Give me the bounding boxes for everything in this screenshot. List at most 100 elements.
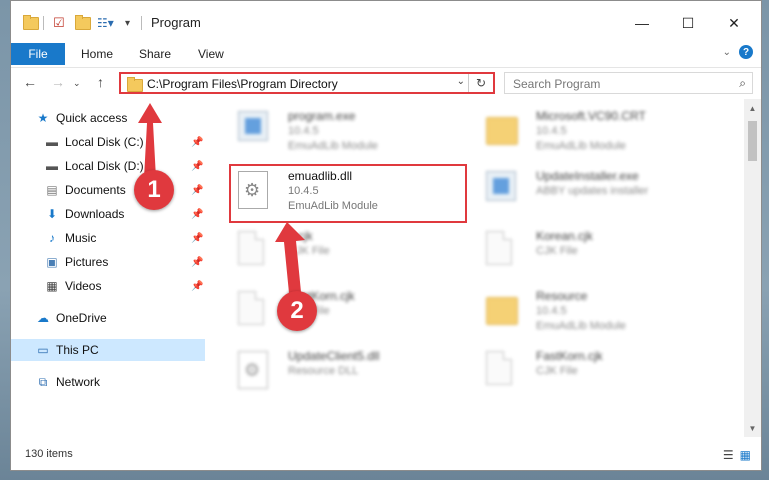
status-bar: 130 items ☰ ▦ (11, 444, 761, 468)
sidebar-item-label: Music (65, 231, 97, 245)
dll-file-icon: ⚙ (238, 351, 270, 389)
new-folder-icon[interactable] (75, 13, 91, 33)
sidebar-item-label: Quick access (56, 111, 128, 125)
folder-icon (23, 13, 39, 33)
tab-view[interactable]: View (198, 43, 224, 65)
file-name: ...cjk (288, 229, 313, 243)
search-input[interactable]: Search Program (513, 77, 600, 91)
file-item[interactable]: program.exe 10.4.5 EmuAdLib Module (230, 105, 460, 155)
tab-home[interactable]: Home (81, 43, 113, 65)
file-name: FastKorn.cjk (536, 349, 603, 363)
sidebar-item-documents[interactable]: ▤ Documents 📌 (11, 179, 205, 201)
file-type: CJK File (536, 245, 578, 257)
file-icon (486, 231, 518, 269)
maximize-button[interactable]: ☐ (673, 11, 703, 35)
sidebar-item-label: Videos (65, 279, 102, 293)
sidebar-item-onedrive[interactable]: ☁ OneDrive (11, 307, 205, 329)
sidebar-item-videos[interactable]: ▦ Videos 📌 (11, 275, 205, 297)
file-name: Resource (536, 289, 588, 303)
help-icon[interactable]: ? (739, 45, 753, 59)
exe-file-icon (238, 111, 270, 149)
network-icon: ⧉ (38, 374, 48, 389)
sidebar-item-label: Network (56, 375, 101, 389)
navigation-pane: ★ Quick access ▬ Local Disk (C:) 📌 ▬ Loc… (11, 99, 205, 437)
pin-icon[interactable]: 📌 (191, 161, 203, 172)
large-icons-view-icon[interactable]: ▦ (740, 448, 751, 462)
search-box[interactable]: Search Program ⌕ (504, 72, 753, 94)
step-1-badge: 1 (134, 170, 174, 210)
title-separator (141, 13, 142, 33)
address-dropdown-icon[interactable]: ⌄ (457, 76, 465, 87)
file-explorer-window: ☑ ☷▾ ▾ Program — ☐ ✕ File Home Share Vie… (10, 0, 762, 471)
sidebar-item-label: Pictures (65, 255, 109, 269)
videos-icon: ▦ (46, 279, 58, 293)
file-item[interactable]: Microsoft.VC90.CRT 10.4.5 EmuAdLib Modul… (478, 105, 708, 155)
sidebar-item-this-pc[interactable]: ▭ This PC (11, 339, 205, 361)
file-item[interactable]: ...cjk CJK File (230, 225, 460, 275)
sidebar-item-local-disk-c[interactable]: ▬ Local Disk (C:) 📌 (11, 131, 205, 153)
file-name: Korean.cjk (536, 229, 593, 243)
drive-icon: ▬ (46, 159, 58, 173)
pin-icon[interactable]: 📌 (191, 185, 203, 196)
pin-icon[interactable]: 📌 (191, 209, 203, 220)
drive-icon: ▬ (46, 135, 58, 149)
sidebar-item-music[interactable]: ♪ Music 📌 (11, 227, 205, 249)
sidebar-item-label: Local Disk (C:) (65, 135, 144, 149)
pin-icon[interactable]: 📌 (191, 137, 203, 148)
sidebar-item-quick-access[interactable]: ★ Quick access (11, 107, 205, 129)
tab-file[interactable]: File (11, 43, 65, 65)
qa-dropdown-icon[interactable]: ▾ (125, 13, 130, 33)
step-2-badge: 2 (277, 291, 317, 331)
file-description: EmuAdLib Module (536, 320, 626, 332)
pin-icon[interactable]: 📌 (191, 233, 203, 244)
star-icon: ★ (37, 111, 49, 125)
file-type: Resource DLL (288, 365, 359, 377)
customize-toolbar-icon[interactable]: ☷▾ (97, 13, 114, 33)
details-view-icon[interactable]: ☰ (723, 448, 734, 462)
sidebar-item-downloads[interactable]: ⬇ Downloads 📌 (11, 203, 205, 225)
vertical-scrollbar[interactable]: ▲ ▼ (744, 99, 761, 437)
ribbon-tabs: File Home Share View ⌄ ? (11, 43, 761, 65)
file-type: CJK File (536, 365, 578, 377)
file-item[interactable]: ⚙ UpdateClient5.dll Resource DLL (230, 345, 460, 395)
sidebar-item-local-disk-d[interactable]: ▬ Local Disk (D:) 📌 (11, 155, 205, 177)
cloud-icon: ☁ (37, 311, 49, 325)
tab-share[interactable]: Share (139, 43, 171, 65)
file-item[interactable]: FastKorn.cjk CJK File (478, 345, 708, 395)
highlight-box (229, 164, 467, 223)
scroll-down-icon[interactable]: ▼ (744, 421, 761, 435)
address-path[interactable]: C:\Program Files\Program Directory (147, 77, 338, 91)
window-title: Program (151, 15, 201, 30)
recent-dropdown-icon[interactable]: ⌄ (73, 78, 81, 89)
file-item[interactable]: FastKorn.cjk CJK File (230, 285, 460, 335)
sidebar-item-network[interactable]: ⧉ Network (11, 371, 205, 393)
refresh-icon[interactable]: ↻ (468, 74, 493, 92)
music-icon: ♪ (49, 231, 55, 245)
file-description: EmuAdLib Module (536, 140, 626, 152)
address-bar[interactable]: C:\Program Files\Program Directory ⌄ ↻ (119, 72, 495, 94)
pin-icon[interactable]: 📌 (191, 281, 203, 292)
minimize-button[interactable]: — (627, 11, 657, 35)
sidebar-item-label: OneDrive (56, 311, 107, 325)
scroll-up-icon[interactable]: ▲ (744, 101, 761, 115)
properties-icon[interactable]: ☑ (53, 13, 65, 33)
file-item[interactable]: Korean.cjk CJK File (478, 225, 708, 275)
address-folder-icon (127, 77, 143, 92)
back-arrow-icon[interactable]: ← (23, 74, 37, 90)
file-description: EmuAdLib Module (288, 140, 378, 152)
pin-icon[interactable]: 📌 (191, 257, 203, 268)
file-name: Microsoft.VC90.CRT (536, 109, 646, 123)
expand-ribbon-icon[interactable]: ⌄ (723, 47, 731, 58)
file-item[interactable]: UpdateInstaller.exe ABBY updates install… (478, 165, 708, 215)
title-bar: ☑ ☷▾ ▾ Program — ☐ ✕ (11, 1, 761, 43)
file-item[interactable]: Resource 10.4.5 EmuAdLib Module (478, 285, 708, 335)
forward-arrow-icon[interactable]: → (51, 74, 65, 90)
up-arrow-icon[interactable]: ↑ (97, 74, 104, 90)
scroll-thumb[interactable] (748, 121, 757, 161)
file-name: UpdateClient5.dll (288, 349, 380, 363)
close-button[interactable]: ✕ (719, 11, 749, 35)
sidebar-item-pictures[interactable]: ▣ Pictures 📌 (11, 251, 205, 273)
exe-file-icon (486, 171, 518, 209)
search-icon[interactable]: ⌕ (739, 76, 746, 91)
sidebar-item-label: This PC (56, 343, 99, 357)
